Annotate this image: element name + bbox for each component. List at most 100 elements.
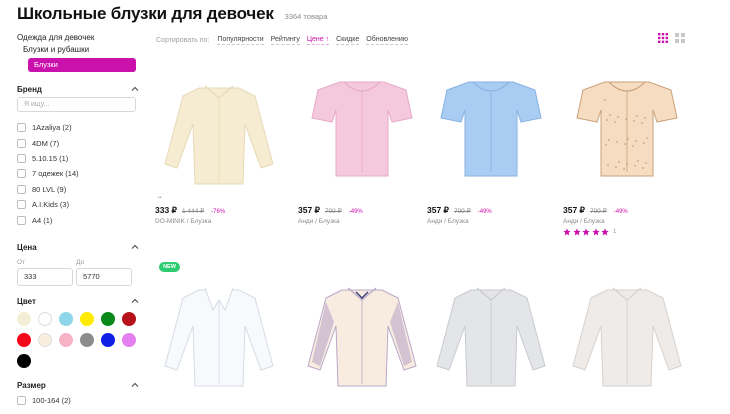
color-swatch-beige[interactable] [17,312,31,326]
size-checkbox-row[interactable]: 100-164 (2) [17,394,71,406]
blouse-image [440,81,542,177]
sort-option-rating[interactable]: Рейтингу [270,35,300,45]
current-price: 357 ₽ [427,205,449,215]
chevron-up-icon[interactable] [131,381,139,389]
checkbox[interactable] [17,153,26,163]
brand-label: 7 одежек (14) [32,169,79,179]
color-filter-header[interactable]: Цвет [17,295,139,307]
size-filter-header[interactable]: Размер [17,379,139,391]
brand-checkbox-row[interactable]: 5.10.15 (1) [17,151,142,166]
product-count: 3364 товара [284,12,328,21]
page-title: Школьные блузки для девочек [17,4,274,23]
sort-option-popularity[interactable]: Популярности [217,35,264,45]
color-swatch-red[interactable] [17,333,31,347]
color-swatch-purple[interactable] [122,333,136,347]
color-swatch-yellow[interactable] [80,312,94,326]
review-count: 1 [612,229,617,235]
size-filter-title: Размер [17,380,46,390]
brand-checkbox-row[interactable]: A4 (1) [17,212,142,227]
chevron-up-icon[interactable] [131,85,139,93]
brand-list: 1Azaliya (2) 4DM (7) 5.10.15 (1) 7 одеже… [17,120,142,228]
discount-label: -49% [477,209,492,215]
old-price: 700 ₽ [589,208,607,215]
old-price: 700 ₽ [453,208,471,215]
price-from-input[interactable]: 333 [17,268,73,286]
color-swatch-black[interactable] [17,354,31,368]
brand-and-name[interactable]: Анди / Блузка [563,218,605,225]
color-swatch-light-beige[interactable] [38,333,52,347]
chevron-up-icon[interactable] [131,297,139,305]
brand-and-name[interactable]: Анди / Блузка [427,218,469,225]
brand-and-name[interactable]: Анди / Блузка [298,218,340,225]
brand-label: 1Azaliya (2) [32,123,72,133]
color-swatch-green[interactable] [101,312,115,326]
checkbox[interactable] [17,200,26,210]
checkbox[interactable] [17,215,26,225]
discount-label: -49% [613,209,628,215]
sort-bar: Сортировать по: Популярности Рейтингу Це… [156,34,415,46]
star-icon [582,228,590,236]
color-swatch-dark-red[interactable] [122,312,136,326]
category-sub-link[interactable]: Блузки и рубашки [23,45,89,54]
brand-label: 5.10.15 (1) [32,153,69,163]
brand-checkbox-row[interactable]: 1Azaliya (2) [17,120,142,135]
checkbox[interactable] [17,123,26,133]
old-price: 1 444 ₽ [181,208,205,215]
brand-checkbox-row[interactable]: A.I.Kids (3) [17,197,142,212]
product-image[interactable] [563,262,691,398]
product-image[interactable] [155,262,283,398]
blouse-image [572,287,682,387]
product-image[interactable] [155,60,283,196]
blouse-image [164,85,274,185]
color-swatch-blue[interactable] [101,333,115,347]
checkbox[interactable] [17,395,26,405]
product-image[interactable] [298,60,426,196]
star-icon [592,228,600,236]
product-image[interactable] [427,262,555,398]
brand-filter-header[interactable]: Бренд [17,83,139,95]
image-indicator: •• [158,195,162,201]
product-image[interactable] [298,262,426,398]
grid-view-icon[interactable] [658,33,668,43]
price-to-input[interactable]: 5770 [76,268,132,286]
brand-checkbox-row[interactable]: 7 одежек (14) [17,166,142,181]
blouse-image [307,287,417,387]
sort-option-updates[interactable]: Обновлению [366,35,409,45]
brand-label: A.I.Kids (3) [32,200,70,210]
brand-label: 4DM (7) [32,138,60,148]
color-swatch-white[interactable] [38,312,52,326]
brand-and-name[interactable]: DO-MINIK / Блузка [155,218,211,225]
color-swatch-gray[interactable] [80,333,94,347]
blouse-image [576,81,678,177]
star-icon [572,228,581,236]
price-line: 333 ₽ 1 444 ₽ -76% [155,205,225,215]
checkbox[interactable] [17,169,26,179]
color-swatch-pink[interactable] [59,333,73,347]
sort-option-price[interactable]: Цене ↑ [306,35,330,45]
category-parent-link[interactable]: Одежда для девочек [17,33,94,42]
color-swatch-light-blue[interactable] [59,312,73,326]
checkbox[interactable] [17,184,26,194]
price-filter-title: Цена [17,242,37,252]
current-price: 357 ₽ [563,205,585,215]
brand-label: 80 LVL (9) [32,184,67,194]
brand-checkbox-row[interactable]: 4DM (7) [17,135,142,150]
sort-option-discount[interactable]: Скидке [336,35,360,45]
price-filter-header[interactable]: Цена [17,241,139,253]
brand-search-input[interactable]: Я ищу... [17,97,136,112]
category-active-item[interactable]: Блузки [28,58,136,72]
price-from-label: От [17,259,26,266]
discount-label: -49% [348,209,363,215]
star-icon [601,228,610,236]
product-image[interactable] [563,60,691,196]
large-grid-view-icon[interactable] [675,33,685,43]
blouse-image [436,287,546,387]
size-label: 100-164 (2) [32,395,71,405]
product-image[interactable] [427,60,555,196]
brand-checkbox-row[interactable]: 80 LVL (9) [17,182,142,197]
star-icon [563,228,571,236]
checkbox[interactable] [17,138,26,148]
current-price: 357 ₽ [298,205,320,215]
chevron-up-icon[interactable] [131,243,139,251]
brand-filter-title: Бренд [17,84,42,94]
